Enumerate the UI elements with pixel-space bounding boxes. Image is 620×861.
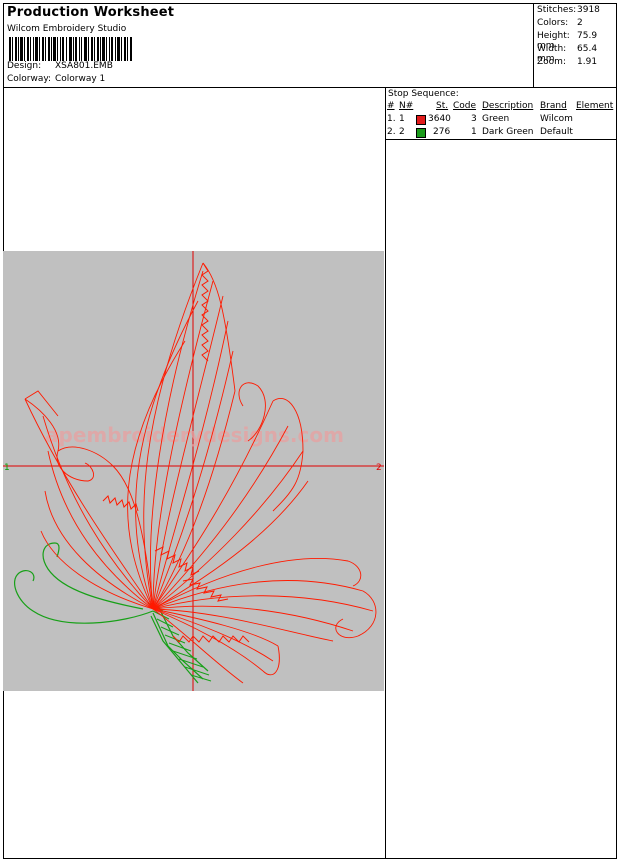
design-value: XSA801.EMB — [55, 61, 113, 71]
embroidery-canvas: 1 2 apembroiderydesigns.com — [3, 251, 384, 691]
col-element: Element — [576, 101, 614, 111]
color-swatch — [416, 128, 426, 138]
axis-right-label: 2 — [376, 463, 382, 473]
stats-panel: Stitches:3918 Colors: 2 Height: 75.9 mm Wi… — [533, 3, 617, 87]
column-divider — [385, 88, 386, 859]
page-title: Production Worksheet — [7, 5, 175, 20]
design-preview: 1 2 apembroiderydesigns.com — [3, 251, 384, 691]
software-name: Wilcom Embroidery Studio — [7, 24, 127, 34]
stop-sequence-caption: Stop Sequence: — [388, 89, 459, 99]
col-num: # — [387, 101, 395, 111]
stat-stitches: Stitches:3918 — [537, 5, 600, 15]
axis-left-label: 1 — [4, 463, 10, 473]
colorway-value: Colorway 1 — [55, 74, 106, 84]
worksheet-header: Production Worksheet Wilcom Embroidery S… — [3, 3, 617, 88]
stat-colors: Colors: 2 — [537, 18, 583, 28]
watermark-text: apembroiderydesigns.com — [45, 423, 344, 447]
design-label: Design: — [7, 61, 42, 71]
design-row: Design: XSA801.EMB — [7, 61, 113, 71]
col-code: Code — [453, 101, 477, 111]
stem-stitches — [14, 542, 209, 684]
color-swatch — [416, 115, 426, 125]
col-needle: N# — [399, 101, 414, 111]
stop-sequence-table: Stop Sequence: # N# St. Code Description… — [386, 88, 617, 140]
col-st: St. — [436, 101, 449, 111]
col-brand: Brand — [540, 101, 567, 111]
col-description: Description — [482, 101, 534, 111]
petal-stitches — [24, 262, 377, 684]
colorway-label: Colorway: — [7, 74, 52, 84]
colorway-row: Colorway: Colorway 1 — [7, 74, 105, 84]
stat-zoom: Zoom: 1.91 — [537, 57, 598, 67]
barcode — [9, 37, 132, 61]
